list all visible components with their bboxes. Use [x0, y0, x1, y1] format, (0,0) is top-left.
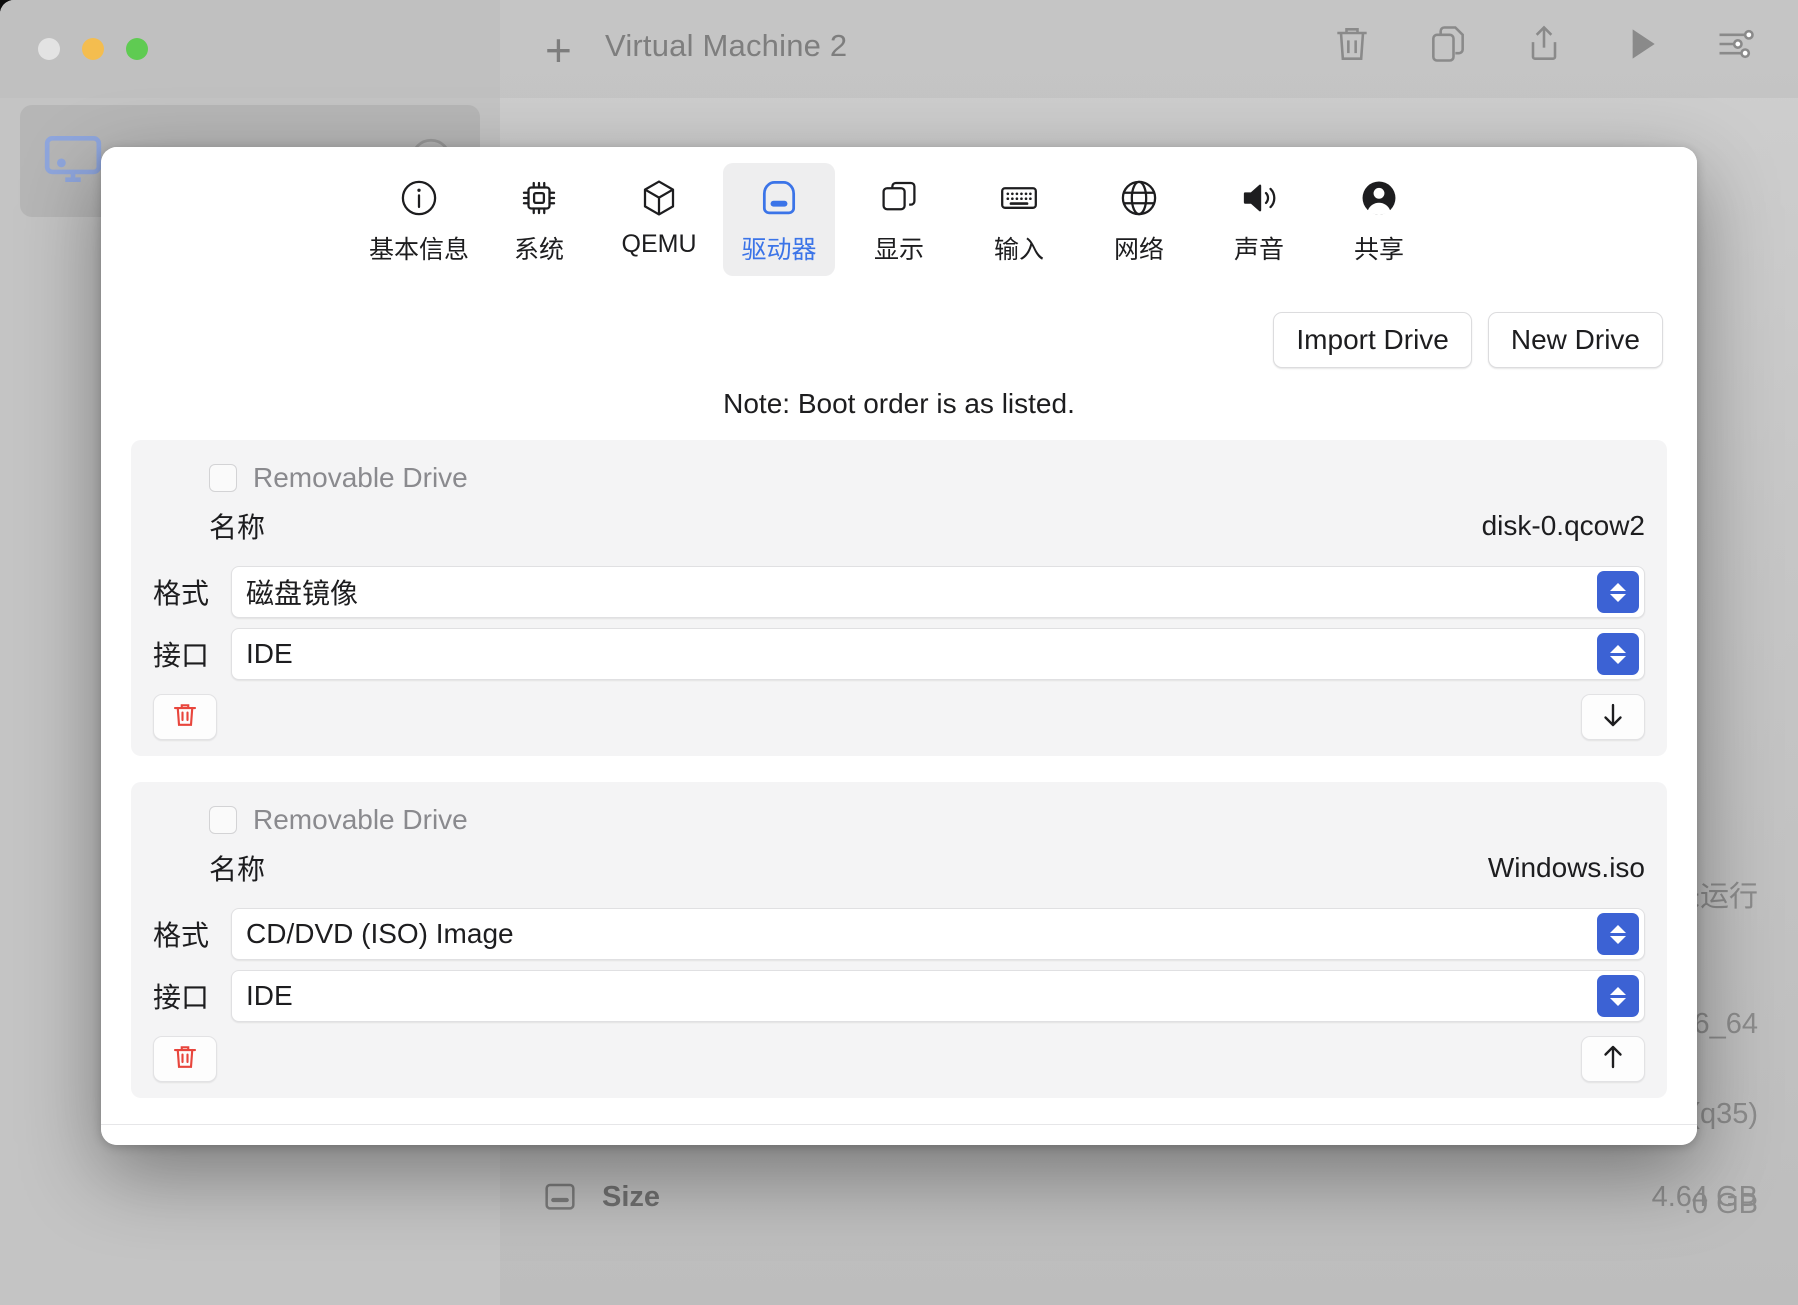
removable-drive-row[interactable]: Removable Drive	[153, 454, 1645, 500]
chevron-up-down-icon[interactable]	[1597, 975, 1639, 1017]
windows-icon	[878, 175, 920, 221]
info-circle-icon	[398, 175, 440, 221]
removable-drive-checkbox[interactable]	[209, 464, 237, 492]
drive-format-value: 磁盘镜像	[246, 572, 358, 612]
detail-size-value: 4.64 GB	[1652, 1181, 1758, 1214]
window-title: Virtual Machine 2	[605, 28, 847, 64]
drive-format-select[interactable]: CD/DVD (ISO) Image	[231, 908, 1645, 960]
drive-format-label: 格式	[153, 572, 213, 612]
chevron-up-down-icon[interactable]	[1597, 633, 1639, 675]
tab-system[interactable]: 系统	[483, 163, 595, 276]
tab-qemu[interactable]: QEMU	[603, 163, 715, 269]
drive-interface-row: 接口 IDE	[153, 628, 1645, 680]
sliders-icon[interactable]	[1714, 22, 1758, 66]
drive-interface-value: IDE	[246, 980, 293, 1012]
arrow-down-icon	[1598, 700, 1628, 735]
import-drive-button[interactable]: Import Drive	[1273, 312, 1471, 368]
drive-name-row: 名称 disk-0.qcow2	[153, 500, 1645, 556]
chevron-up-down-icon[interactable]	[1597, 571, 1639, 613]
drive-format-value: CD/DVD (ISO) Image	[246, 918, 514, 950]
cpu-icon	[518, 175, 560, 221]
drive-format-label: 格式	[153, 914, 213, 954]
drive-footer	[153, 694, 1645, 740]
drive-interface-select[interactable]: IDE	[231, 970, 1645, 1022]
drive-footer	[153, 1036, 1645, 1082]
add-vm-button[interactable]: +	[545, 25, 572, 75]
settings-tab-bar: 基本信息 系统 QEMU	[101, 147, 1697, 286]
drive-interface-row: 接口 IDE	[153, 970, 1645, 1022]
tab-input[interactable]: 输入	[963, 163, 1075, 276]
drive-card: Removable Drive 名称 Windows.iso 格式 CD/DVD…	[131, 782, 1667, 1098]
boot-order-note: Note: Boot order is as listed.	[131, 388, 1667, 420]
tab-label: 声音	[1234, 230, 1284, 266]
drive-interface-value: IDE	[246, 638, 293, 670]
play-icon[interactable]	[1618, 22, 1662, 66]
close-button[interactable]	[38, 38, 60, 60]
detail-size-label: Size	[602, 1181, 660, 1214]
traffic-lights	[38, 38, 148, 60]
removable-drive-checkbox[interactable]	[209, 806, 237, 834]
trash-icon[interactable]	[1330, 22, 1374, 66]
removable-drive-label: Removable Drive	[253, 804, 468, 836]
move-drive-down-button[interactable]	[1581, 694, 1645, 740]
window-toolbar	[1330, 22, 1758, 66]
share-icon[interactable]	[1522, 22, 1566, 66]
person-icon	[1358, 175, 1400, 221]
tab-label: 输入	[994, 230, 1044, 266]
drive-card: Removable Drive 名称 disk-0.qcow2 格式 磁盘镜像	[131, 440, 1667, 756]
drive-name-label: 名称	[209, 848, 265, 888]
drives-panel: Import Drive New Drive Note: Boot order …	[101, 286, 1697, 1124]
keyboard-icon	[997, 175, 1041, 221]
tab-label: 显示	[874, 230, 924, 266]
drive-format-select[interactable]: 磁盘镜像	[231, 566, 1645, 618]
globe-icon	[1118, 175, 1160, 221]
tab-label: 共享	[1354, 230, 1404, 266]
tab-label: 网络	[1114, 230, 1164, 266]
tab-label: 基本信息	[369, 230, 469, 266]
arrow-up-icon	[1598, 1042, 1628, 1077]
duplicate-icon[interactable]	[1426, 22, 1470, 66]
dialog-footer: 取消 保存	[101, 1124, 1697, 1145]
tab-info[interactable]: 基本信息	[363, 163, 475, 276]
detail-row-machine: (q35)	[1690, 1098, 1758, 1131]
new-drive-button[interactable]: New Drive	[1488, 312, 1663, 368]
tab-display[interactable]: 显示	[843, 163, 955, 276]
vm-settings-dialog: 基本信息 系统 QEMU	[101, 147, 1697, 1145]
speaker-icon	[1238, 175, 1280, 221]
drive-name-row: 名称 Windows.iso	[153, 842, 1645, 898]
tab-label: 系统	[514, 230, 564, 266]
tab-drives[interactable]: 驱动器	[723, 163, 835, 276]
minimize-button[interactable]	[82, 38, 104, 60]
drive-format-row: 格式 磁盘镜像	[153, 566, 1645, 618]
drive-format-row: 格式 CD/DVD (ISO) Image	[153, 908, 1645, 960]
drive-actions: Import Drive New Drive	[131, 286, 1667, 368]
trash-icon	[170, 1042, 200, 1077]
tab-sharing[interactable]: 共享	[1323, 163, 1435, 276]
tab-sound[interactable]: 声音	[1203, 163, 1315, 276]
tab-label: QEMU	[622, 230, 697, 259]
drive-name-label: 名称	[209, 506, 265, 546]
move-drive-up-button[interactable]	[1581, 1036, 1645, 1082]
maximize-button[interactable]	[126, 38, 148, 60]
cube-icon	[638, 175, 680, 221]
detail-row-size: Size 4.64 GB	[540, 1178, 1758, 1217]
drive-icon	[757, 175, 801, 221]
removable-drive-row[interactable]: Removable Drive	[153, 796, 1645, 842]
tab-label: 驱动器	[741, 230, 816, 266]
chevron-up-down-icon[interactable]	[1597, 913, 1639, 955]
removable-drive-label: Removable Drive	[253, 462, 468, 494]
drive-interface-select[interactable]: IDE	[231, 628, 1645, 680]
tab-network[interactable]: 网络	[1083, 163, 1195, 276]
delete-drive-button[interactable]	[153, 1036, 217, 1082]
screen: + Virtual Machine 2	[0, 0, 1798, 1305]
delete-drive-button[interactable]	[153, 694, 217, 740]
drive-icon	[540, 1178, 580, 1217]
drive-interface-label: 接口	[153, 976, 213, 1016]
drive-name-value: disk-0.qcow2	[1482, 510, 1645, 542]
drive-name-value: Windows.iso	[1488, 852, 1645, 884]
drive-interface-label: 接口	[153, 634, 213, 674]
trash-icon	[170, 700, 200, 735]
